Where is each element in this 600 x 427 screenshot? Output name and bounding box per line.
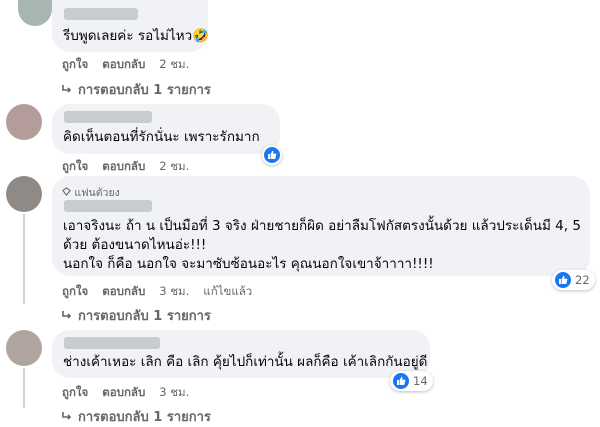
timestamp[interactable]: 2 ชม.	[159, 159, 189, 173]
reaction-summary[interactable]: 22	[552, 270, 595, 290]
author-name[interactable]	[64, 8, 138, 20]
edited-label[interactable]: แก้ไขแล้ว	[203, 284, 252, 298]
reply-button[interactable]: ตอบกลับ	[102, 385, 145, 399]
reply-arrow-icon	[62, 410, 72, 425]
avatar[interactable]	[6, 176, 42, 212]
comment-actions: ถูกใจ ตอบกลับ 2 ชม.	[62, 158, 203, 176]
fan-badge[interactable]: แฟนตัวยง	[62, 184, 120, 201]
avatar[interactable]	[6, 104, 42, 140]
view-replies-link[interactable]: การตอบกลับ 1 รายการ	[62, 79, 211, 100]
comment-actions: ถูกใจ ตอบกลับ 2 ชม.	[62, 56, 203, 74]
author-name[interactable]	[64, 111, 152, 123]
reaction-count: 14	[413, 374, 428, 388]
comment-text: เอาจริงนะ ถ้า น เป็นมือที่ 3 จริง ฝ่ายชา…	[63, 217, 581, 274]
reply-button[interactable]: ตอบกลับ	[102, 159, 145, 173]
like-button[interactable]: ถูกใจ	[62, 57, 88, 71]
comment-line: นอกใจ ก็คือ นอกใจ จะมาซับซ้อนอะไร คุณนอก…	[63, 256, 434, 272]
thumbs-up-icon	[555, 272, 571, 288]
timestamp[interactable]: 3 ชม.	[159, 284, 189, 298]
comment-actions: ถูกใจ ตอบกลับ 3 ชม. แก้ไขแล้ว	[62, 283, 266, 301]
timestamp[interactable]: 2 ชม.	[159, 57, 189, 71]
thread-line	[23, 214, 25, 304]
reaction-summary[interactable]	[262, 145, 282, 165]
timestamp[interactable]: 3 ชม.	[159, 385, 189, 399]
thumbs-up-icon	[264, 147, 280, 163]
reply-button[interactable]: ตอบกลับ	[102, 57, 145, 71]
reaction-count: 22	[575, 273, 590, 287]
like-button[interactable]: ถูกใจ	[62, 284, 88, 298]
view-replies-link[interactable]: การตอบกลับ 1 รายการ	[62, 406, 211, 427]
like-button[interactable]: ถูกใจ	[62, 385, 88, 399]
reply-arrow-icon	[62, 83, 72, 98]
comment-text: รีบพูดเลยค่ะ รอไม่ไหว🤣	[63, 28, 209, 44]
author-name[interactable]	[64, 337, 160, 349]
author-name[interactable]	[64, 200, 152, 212]
like-button[interactable]: ถูกใจ	[62, 159, 88, 173]
reply-arrow-icon	[62, 309, 72, 324]
reply-button[interactable]: ตอบกลับ	[102, 284, 145, 298]
comment-text: คิดเห็นตอนที่รักนั่นะ เพราะรักมาก	[63, 129, 260, 145]
avatar[interactable]	[18, 0, 52, 26]
comment-line: เอาจริงนะ ถ้า น เป็นมือที่ 3 จริง ฝ่ายชา…	[63, 218, 581, 234]
comment-actions: ถูกใจ ตอบกลับ 3 ชม.	[62, 384, 203, 402]
thumbs-up-icon	[393, 373, 409, 389]
view-replies-link[interactable]: การตอบกลับ 1 รายการ	[62, 305, 211, 326]
comment-line: ด้วย ต้องขนาดไหนอ่ะ!!!	[63, 237, 207, 253]
comment-text: ช่างเค้าเหอะ เลิก คือ เลิก คุ้ยไปก็เท่าน…	[63, 354, 428, 370]
avatar[interactable]	[6, 330, 42, 366]
reaction-summary[interactable]: 14	[390, 371, 433, 391]
diamond-icon	[62, 187, 74, 199]
thread-line	[23, 368, 25, 408]
